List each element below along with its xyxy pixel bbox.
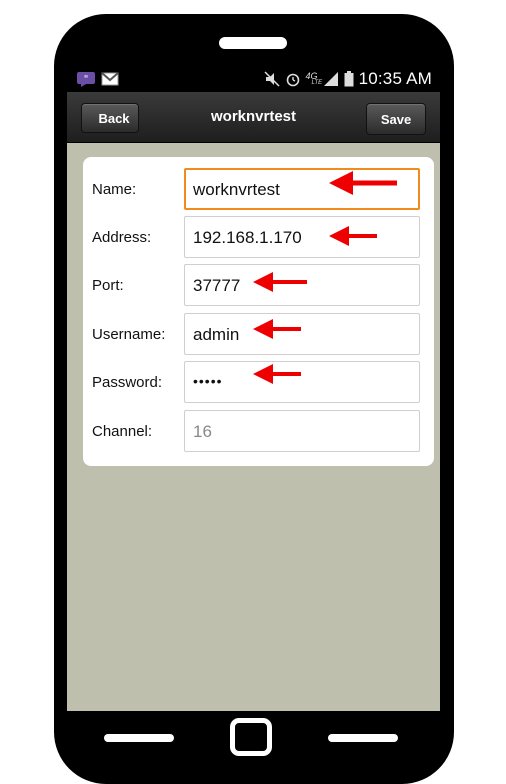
- earpiece-speaker: [219, 37, 287, 49]
- back-key[interactable]: [328, 734, 398, 742]
- address-field[interactable]: 192.168.1.170: [184, 216, 420, 258]
- channel-row: Channel: 16: [83, 410, 434, 454]
- recent-apps-key[interactable]: [104, 734, 174, 742]
- annotation-arrow-port: [253, 272, 307, 292]
- save-button[interactable]: Save: [366, 103, 426, 135]
- gmail-icon: [101, 72, 119, 86]
- annotation-arrow-password: [253, 364, 301, 384]
- channel-field: 16: [184, 410, 420, 452]
- network-type-label: 4G LTE: [305, 71, 323, 86]
- messages-icon: ": [77, 72, 95, 87]
- screen: " 4G LTE 10:35 AM Back worknvrtest Save …: [67, 67, 440, 711]
- status-bar: " 4G LTE 10:35 AM: [67, 67, 440, 92]
- address-row: Address: 192.168.1.170: [83, 216, 434, 260]
- home-button[interactable]: [230, 718, 272, 756]
- annotation-arrow-name: [329, 171, 397, 195]
- address-label: Address:: [92, 229, 152, 246]
- annotation-arrow-address: [329, 226, 377, 246]
- device-form: Name: worknvrtest Address: 192.168.1.170…: [83, 157, 434, 466]
- signal-icon: [323, 72, 338, 86]
- annotation-arrow-username: [253, 319, 301, 339]
- channel-label: Channel:: [92, 423, 153, 440]
- name-label: Name:: [92, 181, 137, 198]
- mute-icon: [264, 71, 280, 87]
- password-label: Password:: [92, 374, 163, 391]
- svg-text:": ": [84, 74, 89, 85]
- port-label: Port:: [92, 277, 124, 294]
- clock: 10:35 AM: [358, 69, 432, 88]
- alarm-icon: [286, 73, 299, 87]
- app-toolbar: Back worknvrtest Save: [67, 92, 440, 143]
- username-label: Username:: [92, 326, 166, 343]
- battery-icon: [344, 71, 354, 87]
